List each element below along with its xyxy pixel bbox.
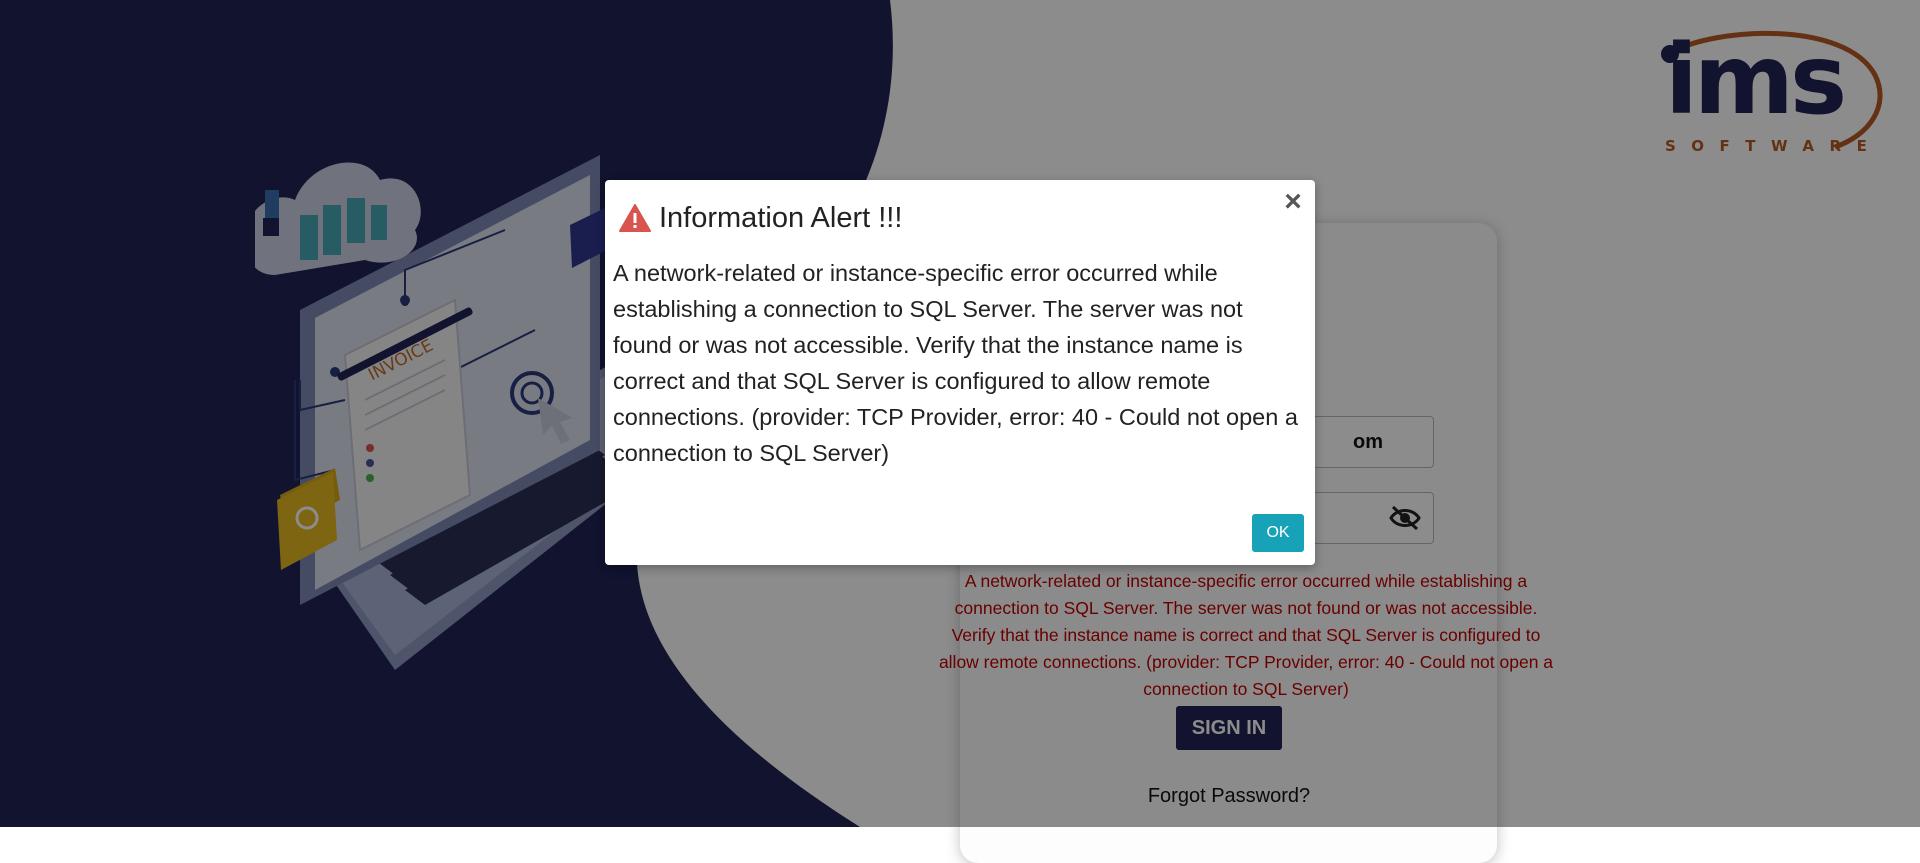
modal-title: Information Alert !!! [659,201,903,234]
ok-button[interactable]: OK [1252,514,1304,552]
close-icon[interactable]: × [1281,187,1305,217]
modal-header: Information Alert !!! [619,198,902,238]
information-alert-dialog: Information Alert !!! × A network-relate… [605,180,1315,565]
warning-triangle-icon [619,204,651,232]
modal-message: A network-related or instance-specific e… [613,260,1298,466]
